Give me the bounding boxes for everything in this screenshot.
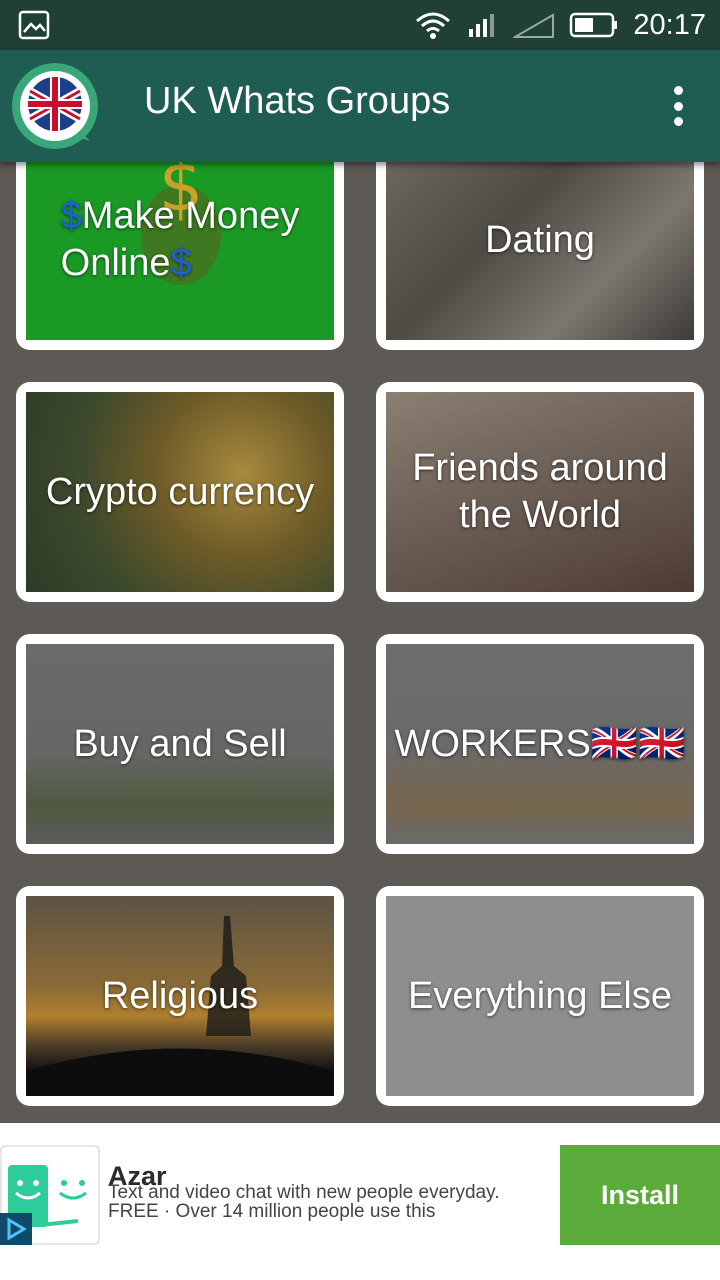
category-image: WORKERS🇬🇧🇬🇧 (386, 644, 694, 844)
ad-banner[interactable]: Azar Text and video chat with new people… (0, 1123, 720, 1280)
app-title: UK Whats Groups (144, 80, 451, 122)
category-image: Friends around the World (386, 392, 694, 592)
category-image: Crypto currency (26, 392, 334, 592)
category-tile-crypto[interactable]: Crypto currency (16, 382, 344, 602)
app-logo-icon (12, 63, 98, 149)
gallery-notification-icon (18, 10, 50, 40)
category-label: Buy and Sell (73, 722, 287, 765)
category-image: Dating (386, 162, 694, 340)
clock: 20:17 (633, 8, 706, 41)
category-label: Crypto currency (45, 470, 315, 513)
ad-description: FREE · Over 14 million people use this (108, 1201, 436, 1222)
category-label: Online (60, 242, 171, 284)
category-label: Dating (485, 218, 595, 261)
category-image: $ $Make Money Online$ (26, 162, 334, 340)
category-tile-everything-else[interactable]: Everything Else (376, 886, 704, 1106)
category-label: WORKERS🇬🇧🇬🇧 (394, 722, 686, 765)
install-button[interactable]: Install (560, 1145, 720, 1245)
dollar-sign-icon: $ (60, 195, 82, 237)
category-label: Everything Else (407, 974, 672, 1017)
status-bar: 20:17 (0, 0, 720, 50)
signal-empty-icon (513, 13, 555, 38)
overflow-menu-icon[interactable] (666, 86, 690, 126)
category-tile-workers[interactable]: WORKERS🇬🇧🇬🇧 (376, 634, 704, 854)
category-tile-friends[interactable]: Friends around the World (376, 382, 704, 602)
category-tile-make-money[interactable]: $ $Make Money Online$ (16, 162, 344, 350)
category-label: Friends around the World (412, 447, 668, 536)
category-label: Religious (101, 974, 259, 1017)
category-grid: $ $Make Money Online$ Dating Crypto curr… (0, 162, 720, 1122)
category-label: Make Money (81, 195, 300, 237)
category-image: Buy and Sell (26, 644, 334, 844)
ad-choices-icon[interactable] (0, 1213, 32, 1245)
app-bar: UK Whats Groups (0, 50, 720, 162)
category-image: Religious (26, 896, 334, 1096)
category-tile-religious[interactable]: Religious (16, 886, 344, 1106)
battery-icon (570, 12, 618, 38)
wifi-icon (416, 12, 451, 39)
category-image: Everything Else (386, 896, 694, 1096)
cellular-signal-icon (469, 14, 495, 37)
category-tile-buy-sell[interactable]: Buy and Sell (16, 634, 344, 854)
category-tile-dating[interactable]: Dating (376, 162, 704, 350)
dollar-sign-icon: $ (170, 242, 192, 284)
